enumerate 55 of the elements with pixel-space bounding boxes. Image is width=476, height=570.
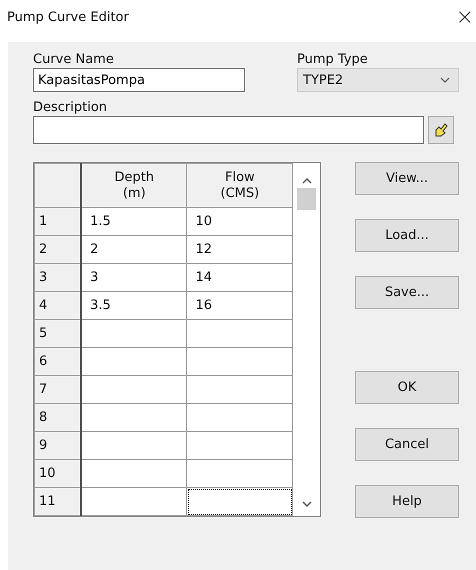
file-button[interactable]: Save... — [355, 276, 459, 309]
row-number: 3 — [34, 264, 82, 292]
dialog-button[interactable]: Cancel — [355, 428, 459, 461]
edit-button[interactable] — [428, 116, 454, 144]
table-cell[interactable] — [186, 320, 293, 348]
table-cell[interactable]: 2 — [81, 236, 187, 264]
chevron-down-icon — [440, 77, 450, 83]
scroll-down-icon[interactable] — [302, 501, 312, 508]
table-cell[interactable] — [81, 432, 187, 460]
table-cell[interactable]: 3.5 — [81, 292, 187, 320]
curve-name-field[interactable]: KapasitasPompa — [33, 68, 245, 92]
table-cell[interactable] — [186, 432, 293, 460]
table-cell[interactable] — [81, 320, 187, 348]
curve-name-label: Curve Name — [33, 52, 115, 67]
file-button[interactable]: Load... — [355, 219, 459, 252]
dialog-button[interactable]: Help — [355, 485, 459, 518]
row-number: 2 — [34, 236, 82, 264]
pump-type-label: Pump Type — [297, 52, 369, 67]
table-cell[interactable]: 3 — [81, 264, 187, 292]
row-number: 7 — [34, 376, 82, 404]
table-cell[interactable]: 14 — [186, 264, 293, 292]
row-number: 8 — [34, 404, 82, 432]
dialog-button[interactable]: OK — [355, 371, 459, 404]
description-field[interactable] — [33, 116, 424, 144]
table-cell[interactable] — [81, 376, 187, 404]
scroll-up-icon[interactable] — [302, 177, 312, 184]
table-cell[interactable]: 10 — [186, 208, 293, 236]
column-header: Depth (m) — [81, 164, 187, 208]
file-button[interactable]: View... — [355, 162, 459, 195]
table-cell[interactable] — [81, 348, 187, 376]
row-number: 11 — [34, 488, 82, 516]
pump-type-dropdown[interactable]: TYPE2 — [297, 68, 459, 92]
row-number: 6 — [34, 348, 82, 376]
table-cell[interactable] — [186, 376, 293, 404]
window-title: Pump Curve Editor — [7, 10, 129, 24]
table-cell[interactable] — [186, 488, 293, 516]
table-cell[interactable]: 12 — [186, 236, 293, 264]
table-cell[interactable] — [186, 348, 293, 376]
table-cell[interactable] — [81, 488, 187, 516]
table-cell[interactable] — [186, 460, 293, 488]
hand-pencil-icon — [433, 122, 449, 138]
row-number: 1 — [34, 208, 82, 236]
table-cell[interactable]: 1.5 — [81, 208, 187, 236]
row-number: 5 — [34, 320, 82, 348]
table-cell[interactable] — [81, 460, 187, 488]
table-cell[interactable]: 16 — [186, 292, 293, 320]
table-cell[interactable] — [186, 404, 293, 432]
row-number: 10 — [34, 460, 82, 488]
row-number: 9 — [34, 432, 82, 460]
scroll-thumb[interactable] — [297, 188, 316, 210]
row-number: 4 — [34, 292, 82, 320]
description-label: Description — [33, 100, 108, 115]
table-cell[interactable] — [81, 404, 187, 432]
close-button[interactable]: × — [454, 4, 476, 30]
column-header: Flow (CMS) — [186, 164, 293, 208]
